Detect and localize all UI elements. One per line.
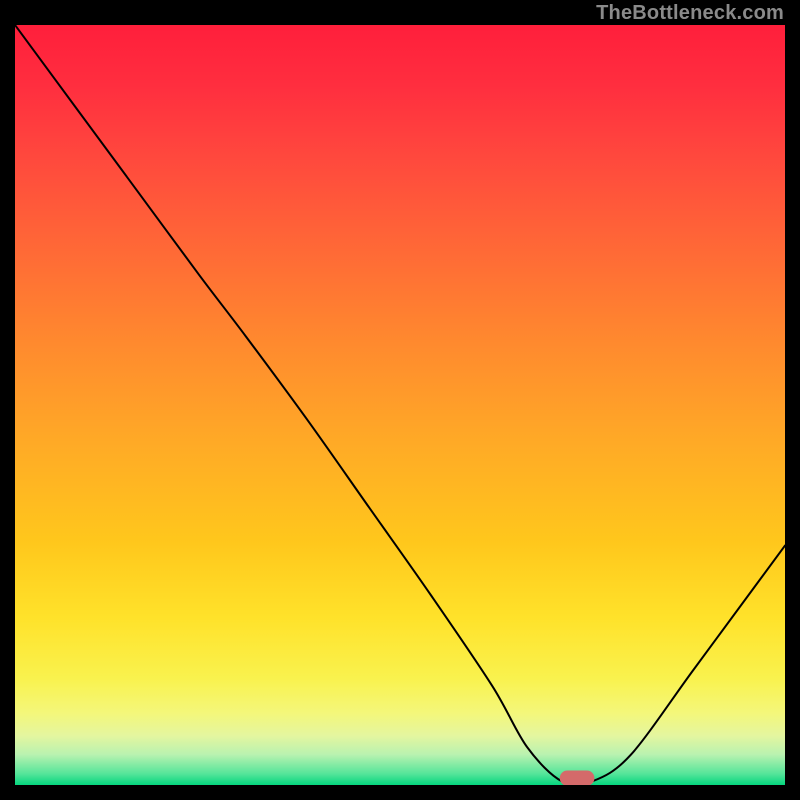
plot-area (15, 25, 785, 785)
chart-svg (15, 25, 785, 785)
watermark-text: TheBottleneck.com (596, 2, 784, 25)
gradient-background (15, 25, 785, 785)
chart-frame: TheBottleneck.com (0, 0, 800, 800)
optimal-marker (560, 771, 595, 785)
